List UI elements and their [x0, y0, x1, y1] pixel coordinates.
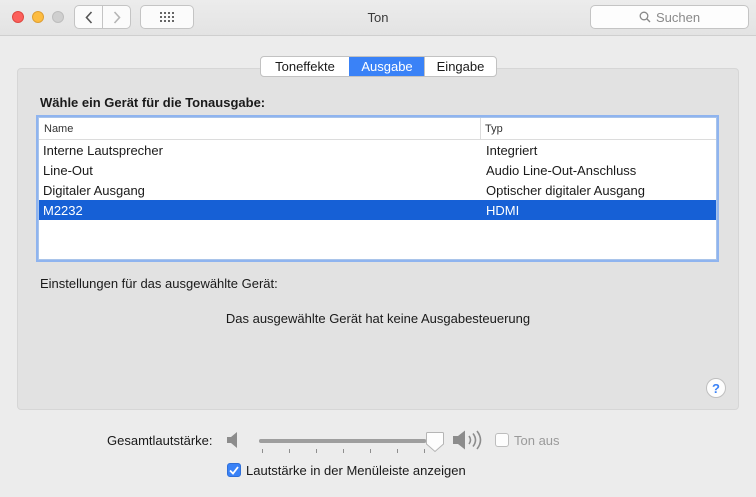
mute-checkbox[interactable]: [495, 433, 509, 447]
slider-tick: [343, 449, 344, 453]
chevron-left-icon: [84, 10, 92, 24]
tab-eingabe[interactable]: Eingabe: [424, 57, 496, 76]
device-type: Optischer digitaler Ausgang: [486, 182, 645, 198]
volume-slider-fill: [259, 439, 427, 443]
column-header-type[interactable]: Typ: [481, 118, 716, 139]
volume-slider-thumb[interactable]: [425, 431, 445, 453]
search-placeholder: Suchen: [655, 9, 701, 25]
tab-ausgabe[interactable]: Ausgabe: [349, 57, 424, 76]
output-device-heading: Wähle ein Gerät für die Tonausgabe:: [40, 95, 266, 110]
slider-tick: [397, 449, 398, 453]
column-header-name[interactable]: Name: [39, 118, 481, 139]
table-row[interactable]: Interne Lautsprecher Integriert: [39, 140, 716, 160]
speaker-low-icon: [227, 432, 237, 448]
device-settings-label: Einstellungen für das ausgewählte Gerät:: [40, 276, 278, 291]
navigation-buttons: [74, 5, 131, 29]
help-icon: ?: [712, 380, 720, 396]
grid-icon: [160, 12, 174, 22]
table-header: Name Typ: [39, 118, 716, 140]
close-window-button[interactable]: [12, 11, 24, 23]
speaker-high-icon: [453, 430, 482, 450]
table-row[interactable]: Digitaler Ausgang Optischer digitaler Au…: [39, 180, 716, 200]
slider-tick: [289, 449, 290, 453]
slider-tick: [316, 449, 317, 453]
mute-label: Ton aus: [514, 433, 560, 448]
show-volume-in-menu-bar-checkbox[interactable]: [227, 463, 241, 477]
tab-bar: Toneffekte Ausgabe Eingabe: [260, 56, 497, 77]
volume-slider[interactable]: [259, 439, 437, 443]
show-volume-in-menu-bar-label: Lautstärke in der Menüleiste anzeigen: [246, 463, 466, 478]
help-button[interactable]: ?: [706, 378, 726, 398]
search-field[interactable]: Suchen: [590, 5, 749, 29]
table-row-selected[interactable]: M2232 HDMI: [39, 200, 716, 220]
output-device-table[interactable]: Name Typ Interne Lautsprecher Integriert…: [38, 117, 717, 260]
device-name: Line-Out: [43, 162, 93, 178]
device-name: Interne Lautsprecher: [43, 142, 163, 158]
checkmark-icon: [229, 465, 239, 475]
device-name: M2232: [43, 202, 83, 218]
device-type: Audio Line-Out-Anschluss: [486, 162, 637, 178]
back-button[interactable]: [75, 6, 102, 28]
show-all-button[interactable]: [140, 5, 194, 29]
chevron-right-icon: [113, 10, 121, 24]
slider-tick: [262, 449, 263, 453]
device-type: Integriert: [486, 142, 538, 158]
output-volume-label: Gesamtlautstärke:: [107, 433, 213, 448]
device-name: Digitaler Ausgang: [43, 182, 145, 198]
no-output-control-message: Das ausgewählte Gerät hat keine Ausgabes…: [225, 311, 531, 326]
search-icon: [639, 11, 651, 23]
slider-tick: [370, 449, 371, 453]
device-type: HDMI: [486, 202, 520, 218]
zoom-window-button[interactable]: [52, 11, 64, 23]
tab-toneffekte[interactable]: Toneffekte: [261, 57, 349, 76]
table-row[interactable]: Line-Out Audio Line-Out-Anschluss: [39, 160, 716, 180]
title-bar: Ton Suchen: [0, 0, 756, 36]
forward-button[interactable]: [102, 6, 130, 28]
minimize-window-button[interactable]: [32, 11, 44, 23]
